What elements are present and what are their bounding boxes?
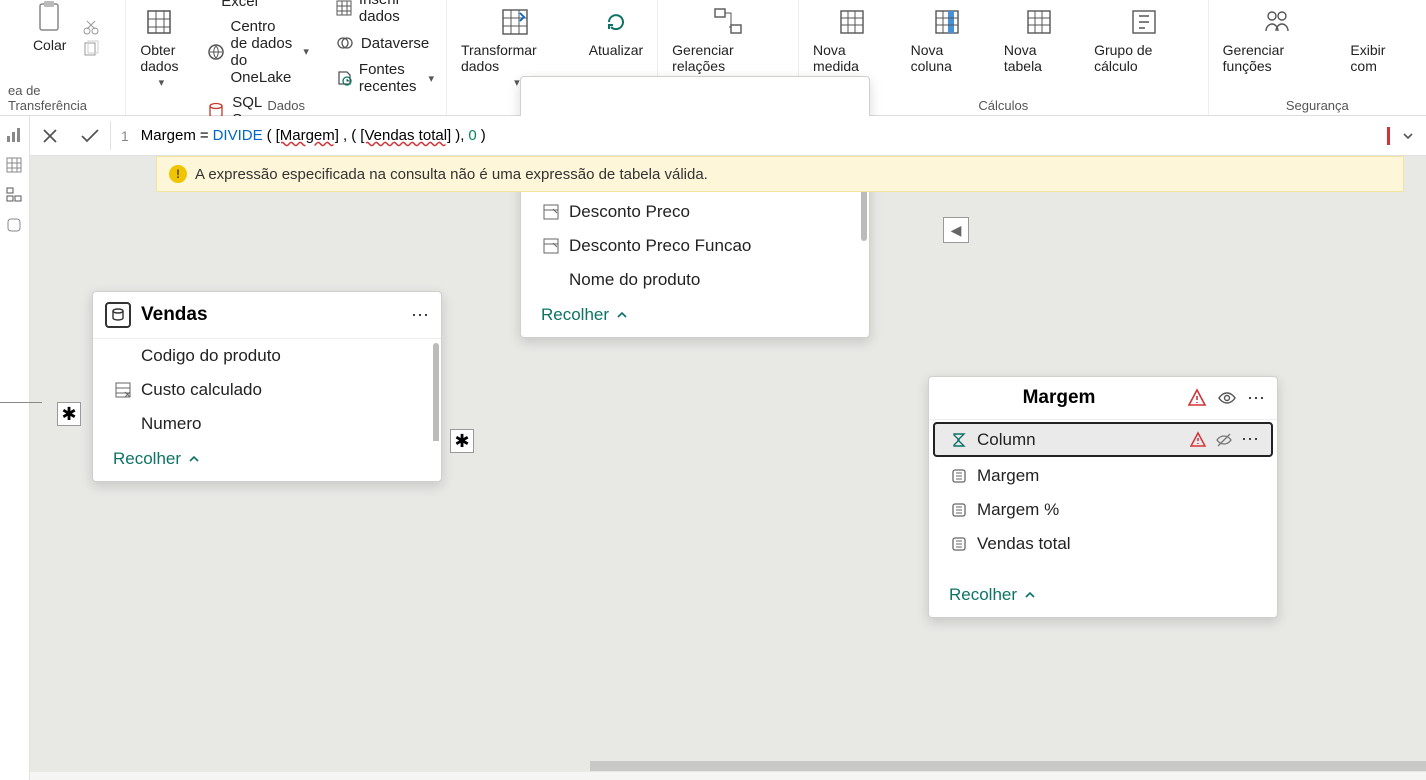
view-icon: [1363, 4, 1399, 40]
field-row-selected[interactable]: Column ⋯: [933, 422, 1273, 457]
ribbon-group-label: Dados: [267, 96, 305, 113]
refresh-button[interactable]: Atualizar: [583, 0, 649, 62]
error-icon: [1187, 388, 1207, 408]
table-card-margem[interactable]: Margem ⋯ Column ⋯ Margem Margem % Vendas…: [928, 376, 1278, 618]
dataverse-button[interactable]: Dataverse: [331, 31, 438, 55]
filter-direction-icon: ◀: [943, 217, 969, 243]
cardinality-many-icon: ✱: [57, 402, 81, 426]
measure-icon: [949, 466, 969, 486]
insert-data-button[interactable]: Inserir dados: [331, 0, 438, 27]
calc-column-icon: [113, 380, 133, 400]
paste-label: Colar: [33, 37, 66, 53]
formula-bar[interactable]: 1 Margem = DIVIDE([Margem], ([Vendas tot…: [110, 121, 1383, 150]
measure-icon: [949, 500, 969, 520]
collapse-link[interactable]: Recolher: [113, 449, 201, 469]
data-view-icon[interactable]: [5, 156, 25, 176]
manage-relations-button[interactable]: Gerenciar relações: [666, 0, 790, 78]
scrollbar-thumb[interactable]: [590, 761, 1426, 771]
card-menu-button[interactable]: ⋯: [1247, 388, 1265, 409]
field-row[interactable]: Margem: [929, 459, 1277, 493]
recent-sources-button[interactable]: Fontes recentes: [331, 59, 438, 97]
get-data-label: Obter dados: [140, 42, 178, 74]
table-insert-icon: [335, 0, 353, 18]
field-row[interactable]: Codigo do produto: [93, 339, 441, 373]
model-canvas[interactable]: ✱ Vendas ⋯ Codigo do produto Custo calcu…: [30, 116, 1426, 772]
formula-cancel-button[interactable]: [30, 116, 70, 156]
calc-column-icon: [541, 236, 561, 256]
error-icon: [1189, 431, 1207, 449]
excel-source-button[interactable]: XPasta de trabalho do Excel: [203, 0, 313, 12]
table-icon: [105, 302, 131, 328]
refresh-icon: [598, 4, 634, 40]
field-row[interactable]: Nome do produto: [521, 263, 869, 297]
manage-roles-button[interactable]: Gerenciar funções: [1217, 0, 1337, 78]
field-row[interactable]: Numero: [93, 407, 441, 441]
clipboard-extra: [82, 0, 100, 81]
database-icon: [141, 4, 177, 40]
cut-icon[interactable]: [82, 18, 100, 36]
field-row[interactable]: Vendas total: [929, 527, 1277, 561]
dataverse-icon: [335, 33, 355, 53]
field-row[interactable]: Desconto Preco: [521, 195, 869, 229]
new-column-button[interactable]: Nova coluna: [905, 0, 990, 78]
relation-line: [0, 402, 42, 403]
clipboard-icon: [32, 0, 68, 35]
horizontal-scrollbar[interactable]: [30, 760, 1426, 772]
roles-icon: [1259, 4, 1295, 40]
card-title: Margem: [941, 387, 1177, 409]
field-row[interactable]: Desconto Preco Funcao: [521, 229, 869, 263]
hidden-icon[interactable]: [1215, 431, 1233, 449]
formula-commit-button[interactable]: [70, 116, 110, 156]
measure-icon: [949, 534, 969, 554]
card-menu-button[interactable]: ⋯: [411, 305, 429, 326]
scrollbar[interactable]: [433, 343, 439, 441]
calc-group-icon: [1126, 4, 1162, 40]
get-data-button[interactable]: Obter dados: [134, 0, 184, 93]
visibility-icon[interactable]: [1217, 388, 1237, 408]
ribbon-group-label: ea de Transferência: [8, 81, 117, 113]
calc-column-icon: [541, 202, 561, 222]
field-row[interactable]: Custo calculado: [93, 373, 441, 407]
ribbon-group-label: Segurança: [1286, 96, 1349, 113]
calc-group-button[interactable]: Grupo de cálculo: [1088, 0, 1200, 78]
onelake-icon: [207, 42, 225, 62]
new-measure-button[interactable]: Nova medida: [807, 0, 897, 78]
warning-icon: !: [169, 165, 187, 183]
dax-view-icon[interactable]: [5, 216, 25, 236]
model-view-icon[interactable]: [5, 186, 25, 206]
copy-icon[interactable]: [82, 40, 100, 58]
view-rail: [0, 116, 30, 780]
column-icon: [929, 4, 965, 40]
onelake-button[interactable]: Centro de dados do OneLake: [203, 16, 313, 88]
error-text: A expressão especificada na consulta não…: [195, 166, 708, 183]
line-number: 1: [121, 128, 129, 144]
collapse-link[interactable]: Recolher: [949, 585, 1037, 605]
ribbon-group-label: Cálculos: [978, 96, 1028, 113]
measure-icon: [834, 4, 870, 40]
transform-icon: [497, 4, 533, 40]
relations-icon: [710, 4, 746, 40]
field-menu-button[interactable]: ⋯: [1241, 429, 1259, 450]
sigma-icon: [949, 430, 969, 450]
collapse-link[interactable]: Recolher: [541, 305, 629, 325]
field-row[interactable]: Margem %: [929, 493, 1277, 527]
table-icon: [1021, 4, 1057, 40]
recent-icon: [335, 68, 353, 88]
table-card-vendas[interactable]: ✱ Vendas ⋯ Codigo do produto Custo calcu…: [92, 291, 442, 482]
card-title: Vendas: [141, 304, 401, 326]
formula-expand-button[interactable]: [1390, 129, 1426, 143]
new-table-button[interactable]: Nova tabela: [998, 0, 1080, 78]
formula-error-bar: ! A expressão especificada na consulta n…: [156, 156, 1404, 192]
report-view-icon[interactable]: [5, 126, 25, 146]
view-as-button[interactable]: Exibir com: [1344, 0, 1418, 78]
paste-button[interactable]: Colar: [26, 0, 74, 57]
cardinality-many-icon: ✱: [450, 429, 474, 453]
